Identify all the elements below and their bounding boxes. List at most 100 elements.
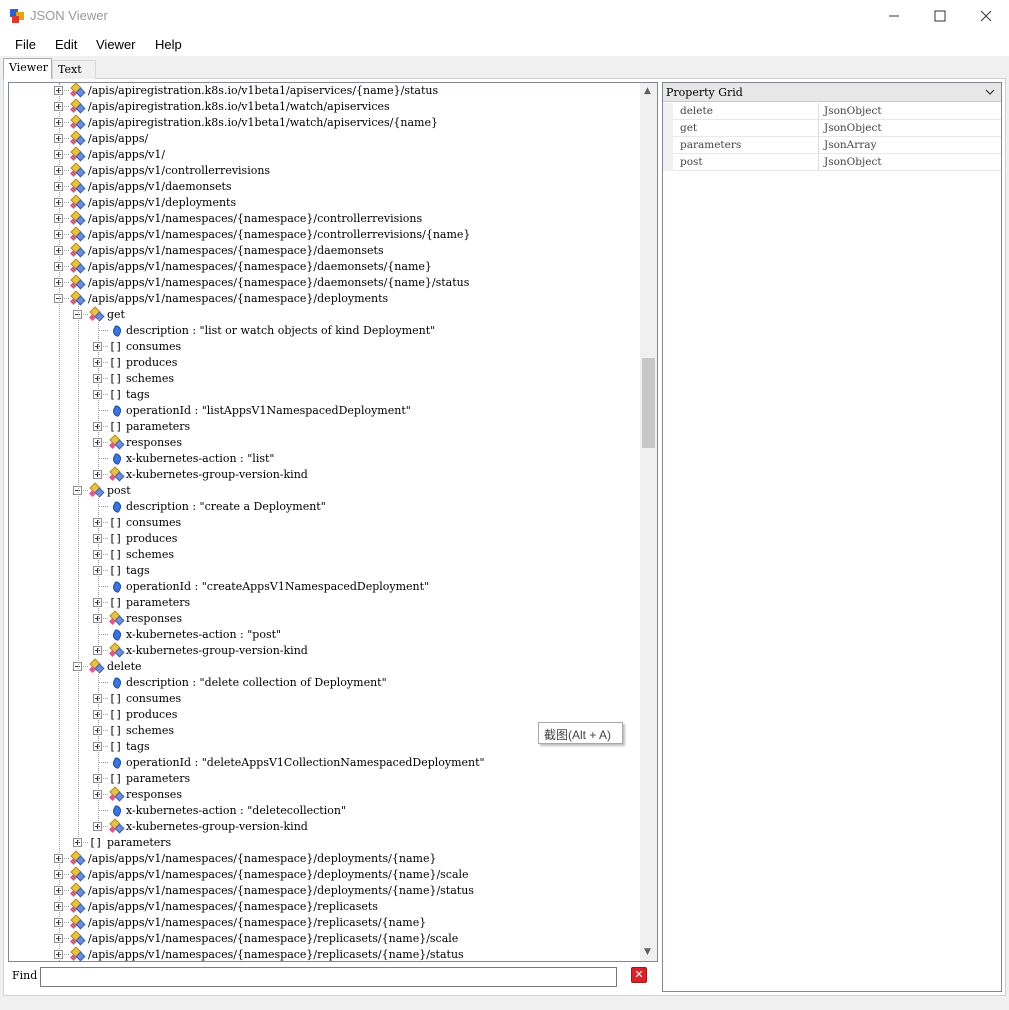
tree-node[interactable]: [] consumes [9,515,639,531]
json-array-icon: [] [109,388,123,401]
find-close-button[interactable]: ✕ [631,967,647,983]
tree-node[interactable]: description : "create a Deployment" [9,499,639,515]
tree-node-label: /apis/apps/v1/namespaces/{namespace}/con… [88,228,471,241]
tree-node[interactable]: [] schemes [9,547,639,563]
tree-node[interactable]: description : "delete collection of Depl… [9,675,639,691]
property-row[interactable]: parameters JsonArray [663,137,1001,154]
close-button[interactable] [963,0,1009,33]
tree-node[interactable]: x-kubernetes-group-version-kind [9,818,639,835]
scroll-thumb[interactable] [642,358,655,448]
menu-viewer[interactable]: Viewer [96,37,136,52]
tree-node[interactable]: /apis/apiregistration.k8s.io/v1beta1/api… [9,83,639,99]
tree-node[interactable]: operationId : "createAppsV1NamespacedDep… [9,579,639,595]
tree-node[interactable]: x-kubernetes-group-version-kind [9,642,639,659]
tree-node-label: schemes [126,372,174,385]
tree-node[interactable]: [] produces [9,531,639,547]
tree-node[interactable]: [] consumes [9,339,639,355]
tree-node-label: tags [126,740,150,753]
tree-node[interactable]: description : "list or watch objects of … [9,323,639,339]
tree-node[interactable]: /apis/apps/v1/ [9,146,639,163]
tree-node[interactable]: responses [9,434,639,451]
tree-node[interactable]: /apis/apps/v1/controllerrevisions [9,162,639,179]
tree-node[interactable]: [] parameters [9,835,639,851]
tree-node[interactable]: [] tags [9,387,639,403]
minimize-button[interactable] [871,0,917,33]
tree-node[interactable]: /apis/apps/v1/namespaces/{namespace}/con… [9,226,639,243]
tree-node[interactable]: /apis/apps/v1/namespaces/{namespace}/dae… [9,274,639,291]
property-grid-header[interactable]: Property Grid [663,83,1001,102]
menu-file[interactable]: File [15,37,36,52]
tree-node-label: responses [126,612,182,625]
tree-node[interactable]: x-kubernetes-action : "deletecollection" [9,803,639,819]
tree-node[interactable]: /apis/apps/v1/namespaces/{namespace}/dae… [9,258,639,275]
tree-node[interactable]: /apis/apps/v1/daemonsets [9,178,639,195]
tree-node[interactable]: delete [9,658,639,675]
tree-node[interactable]: /apis/apps/v1/namespaces/{namespace}/dep… [9,290,639,307]
tree-node-label: /apis/apps/v1/namespaces/{namespace}/rep… [88,932,459,945]
tree-node[interactable]: /apis/apps/v1/namespaces/{namespace}/dep… [9,866,639,883]
scroll-up-icon[interactable]: ▲ [644,86,651,96]
tree-node-label: /apis/apps/v1/namespaces/{namespace}/dep… [88,292,389,305]
tree-node[interactable]: x-kubernetes-group-version-kind [9,466,639,483]
property-value: JsonObject [824,105,882,117]
json-array-icon: [] [109,692,123,705]
tree-node[interactable]: post [9,482,639,499]
json-object-icon [108,466,125,483]
tree-node-label: x-kubernetes-action : "post" [126,628,282,641]
menu-edit[interactable]: Edit [55,37,77,52]
tree-node-label: operationId : "createAppsV1NamespacedDep… [126,580,430,593]
tree-node[interactable]: /apis/apps/v1/namespaces/{namespace}/con… [9,210,639,227]
property-row[interactable]: post JsonObject [663,154,1001,171]
property-grid[interactable]: Property Grid delete JsonObject get Json… [662,82,1002,992]
tree-node[interactable]: [] tags [9,563,639,579]
tree-node[interactable]: x-kubernetes-action : "list" [9,451,639,467]
tree-node-label: description : "create a Deployment" [126,500,326,513]
tree-node[interactable]: /apis/apiregistration.k8s.io/v1beta1/wat… [9,114,639,131]
tree-node[interactable]: operationId : "listAppsV1NamespacedDeplo… [9,403,639,419]
tree-scrollbar[interactable]: ▲ ▼ [640,83,657,961]
property-row[interactable]: delete JsonObject [663,103,1001,120]
tree-node[interactable]: /apis/apps/v1/namespaces/{namespace}/rep… [9,930,639,947]
tree-node[interactable]: /apis/apps/ [9,130,639,147]
tab-text[interactable]: Text [52,60,96,79]
tree-node[interactable]: /apis/apps/v1/namespaces/{namespace}/rep… [9,898,639,915]
tree-node[interactable]: [] parameters [9,419,639,435]
tree-node-label: /apis/apps/v1/namespaces/{namespace}/con… [88,212,423,225]
tree-node[interactable]: [] parameters [9,595,639,611]
scroll-down-icon[interactable]: ▼ [644,947,651,957]
maximize-button[interactable] [917,0,963,33]
tree-node-label: consumes [126,340,182,353]
tab-viewer[interactable]: Viewer [3,58,52,79]
property-row[interactable]: get JsonObject [663,120,1001,137]
tree-node[interactable]: [] produces [9,707,639,723]
tree-node[interactable]: /apis/apps/v1/namespaces/{namespace}/dep… [9,850,639,867]
json-object-icon [69,162,86,179]
tree-node[interactable]: /apis/apps/v1/namespaces/{namespace}/rep… [9,914,639,931]
tree-node[interactable]: /apis/apps/v1/namespaces/{namespace}/dep… [9,882,639,899]
tree-node-label: operationId : "deleteAppsV1CollectionNam… [126,756,485,769]
find-input[interactable] [40,967,617,987]
tree-node[interactable]: x-kubernetes-action : "post" [9,627,639,643]
tree-node[interactable]: /apis/apps/v1/namespaces/{namespace}/rep… [9,946,639,961]
tree-node[interactable]: /apis/apps/v1/namespaces/{namespace}/dae… [9,242,639,259]
tree-node[interactable]: [] schemes [9,371,639,387]
menu-help[interactable]: Help [155,37,182,52]
property-name: parameters [680,139,742,151]
json-object-icon [69,882,86,899]
tree-node[interactable]: [] produces [9,355,639,371]
json-object-icon [69,946,86,961]
tree-node[interactable]: responses [9,610,639,627]
tree-node-label: description : "list or watch objects of … [126,324,436,337]
tree-node[interactable]: [] consumes [9,691,639,707]
json-object-icon [69,194,86,211]
tree-node[interactable]: [] parameters [9,771,639,787]
tree-node[interactable]: get [9,306,639,323]
json-array-icon: [] [109,724,123,737]
json-tree-view[interactable]: /apis/apiregistration.k8s.io/v1beta1/api… [8,82,658,962]
tree-node[interactable]: /apis/apps/v1/deployments [9,194,639,211]
tree-node-label: /apis/apiregistration.k8s.io/v1beta1/api… [88,84,439,97]
tree-node[interactable]: operationId : "deleteAppsV1CollectionNam… [9,755,639,771]
close-icon [980,10,992,22]
tree-node[interactable]: /apis/apiregistration.k8s.io/v1beta1/wat… [9,98,639,115]
tree-node[interactable]: responses [9,786,639,803]
